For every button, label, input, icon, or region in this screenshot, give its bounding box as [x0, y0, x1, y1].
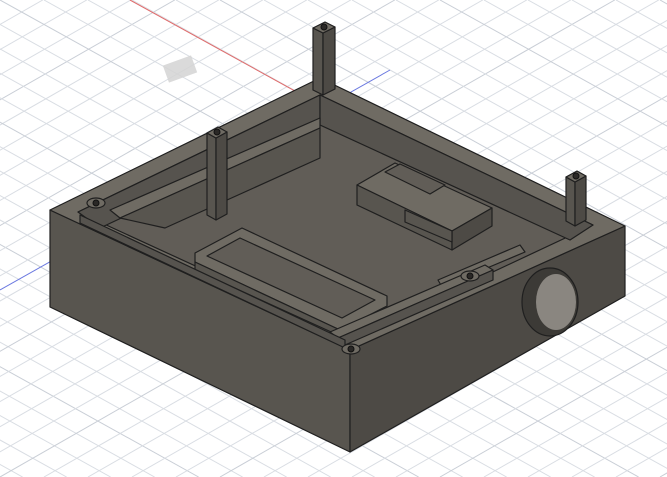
standoff-post-back	[312, 21, 336, 96]
enclosure-body[interactable]	[49, 21, 626, 453]
cad-scene[interactable]	[0, 0, 667, 477]
standoff-post-left	[206, 126, 228, 221]
screw-hole-right	[460, 270, 480, 282]
cable-hole-bore	[536, 274, 576, 330]
screw-hole-front	[341, 343, 361, 355]
grid-line	[0, 463, 23, 477]
viewcube-shadow[interactable]	[162, 55, 198, 83]
screw-hole-left	[86, 197, 106, 209]
standoff-post-right	[565, 170, 587, 227]
cad-3d-viewport[interactable]	[0, 0, 667, 477]
cable-hole[interactable]	[521, 267, 579, 337]
